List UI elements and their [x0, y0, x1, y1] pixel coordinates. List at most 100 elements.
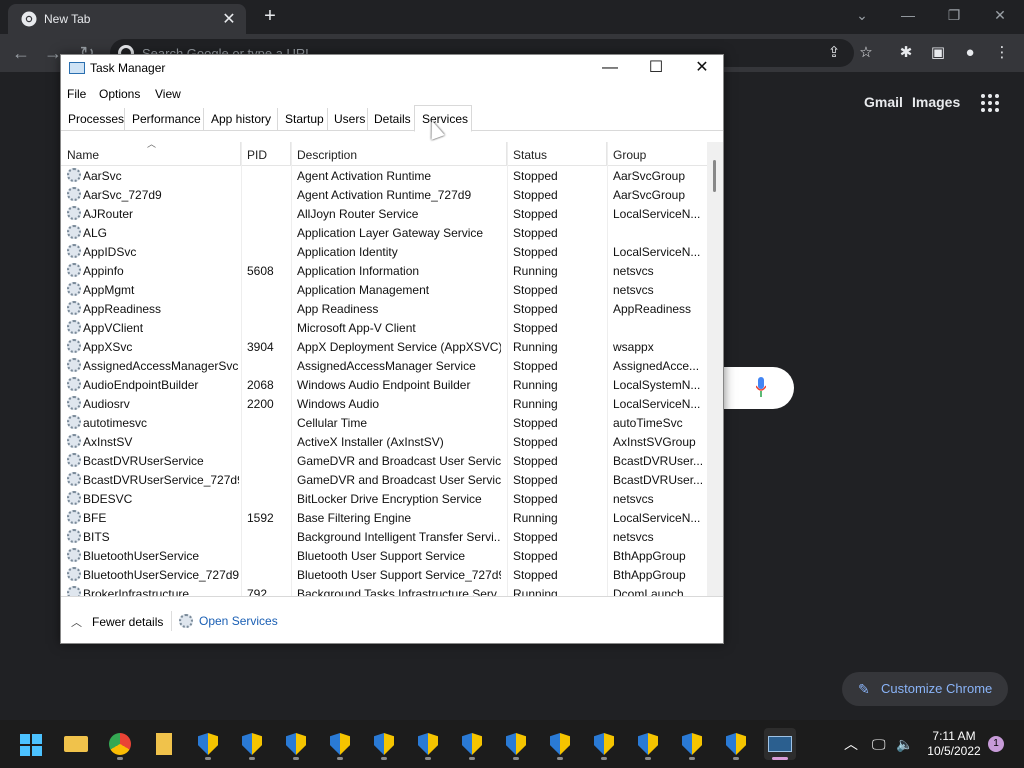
- tm-close-icon[interactable]: ✕: [679, 55, 725, 83]
- service-group: LocalSystemN...: [613, 378, 701, 392]
- menu-view[interactable]: View: [155, 87, 181, 101]
- scrollbar-thumb[interactable]: [713, 160, 716, 192]
- restore-icon[interactable]: ❐: [934, 4, 974, 26]
- tab-startup[interactable]: Startup: [278, 108, 328, 130]
- table-row[interactable]: AppXSvc 3904 AppX Deployment Service (AppX…: [61, 337, 707, 356]
- service-name: BluetoothUserService_727d9: [83, 568, 239, 582]
- table-row[interactable]: BcastDVRUserService GameDVR and Broadcast…: [61, 451, 707, 470]
- table-row[interactable]: Audiosrv 2200 Windows Audio Running LocalSer…: [61, 394, 707, 413]
- taskbar-document-app[interactable]: [148, 728, 180, 760]
- table-row[interactable]: AxInstSV ActiveX Installer (AxInstSV) Stop…: [61, 432, 707, 451]
- table-row[interactable]: AssignedAccessManagerSvc AssignedAccessMa…: [61, 356, 707, 375]
- show-hidden-icons-icon[interactable]: ︿: [844, 720, 858, 768]
- volume-icon[interactable]: 🔈: [896, 720, 913, 768]
- table-row[interactable]: BITS Background Intelligent Transfer Serv…: [61, 527, 707, 546]
- images-link[interactable]: Images: [912, 94, 960, 110]
- vertical-scrollbar[interactable]: [707, 142, 723, 596]
- table-row[interactable]: BrokerInfrastructure 792 Background Tasks …: [61, 584, 707, 596]
- tab-app-history[interactable]: App history: [204, 108, 278, 130]
- table-row[interactable]: AarSvc Agent Activation Runtime Stopped Aar…: [61, 166, 707, 185]
- minimize-icon[interactable]: —: [888, 4, 928, 26]
- notification-badge[interactable]: 1: [988, 736, 1004, 752]
- shield-icon: [550, 733, 570, 755]
- table-row[interactable]: BDESVC BitLocker Drive Encryption Service…: [61, 489, 707, 508]
- running-indicator: [117, 757, 123, 760]
- table-row[interactable]: autotimesvc Cellular Time Stopped autoTimeS…: [61, 413, 707, 432]
- table-row[interactable]: BcastDVRUserService_727d9 GameDVR and Bro…: [61, 470, 707, 489]
- table-row[interactable]: BluetoothUserService Bluetooth User Suppo…: [61, 546, 707, 565]
- fewer-details-button[interactable]: ︿ Fewer details: [71, 614, 163, 630]
- gmail-link[interactable]: Gmail: [864, 94, 903, 110]
- table-row[interactable]: BluetoothUserService_727d9 Bluetooth User…: [61, 565, 707, 584]
- service-status: Stopped: [513, 359, 558, 373]
- tab-close-icon[interactable]: ✕: [220, 9, 238, 29]
- taskbar-shield-app[interactable]: [588, 728, 620, 760]
- table-row[interactable]: AppIDSvc Application Identity Stopped Local…: [61, 242, 707, 261]
- taskbar-shield-app[interactable]: [236, 728, 268, 760]
- taskbar-shield-app[interactable]: [368, 728, 400, 760]
- column-name[interactable]: ︿ Name: [61, 139, 241, 166]
- column-status[interactable]: Status: [507, 142, 607, 166]
- taskbar-shield-app[interactable]: [632, 728, 664, 760]
- menu-options[interactable]: Options: [99, 87, 140, 101]
- tab-processes[interactable]: Processes: [61, 108, 125, 130]
- taskbar-chrome[interactable]: [104, 728, 136, 760]
- tm-minimize-icon[interactable]: —: [587, 55, 633, 83]
- tab-users[interactable]: Users: [328, 108, 368, 130]
- menu-file[interactable]: File: [67, 87, 86, 101]
- clock[interactable]: 7:11 AM 10/5/2022: [922, 729, 986, 759]
- close-window-icon[interactable]: ✕: [980, 4, 1020, 26]
- column-pid[interactable]: PID: [241, 142, 291, 166]
- tab-details[interactable]: Details: [368, 108, 414, 130]
- taskbar-task-manager[interactable]: [764, 728, 796, 760]
- back-icon[interactable]: ←: [10, 42, 32, 64]
- menu-dots-icon[interactable]: ⋮: [992, 43, 1012, 63]
- extensions-icon[interactable]: ✱: [896, 43, 916, 63]
- taskbar-file-explorer[interactable]: [60, 728, 92, 760]
- service-name: AppReadiness: [83, 302, 162, 316]
- service-group: DcomLaunch: [613, 587, 684, 596]
- table-row[interactable]: BFE 1592 Base Filtering Engine Running Local…: [61, 508, 707, 527]
- side-panel-icon[interactable]: ▣: [928, 43, 948, 63]
- taskbar-shield-app[interactable]: [192, 728, 224, 760]
- table-row[interactable]: AppReadiness App Readiness Stopped AppReadi…: [61, 299, 707, 318]
- column-group[interactable]: Group: [607, 142, 707, 166]
- table-row[interactable]: AJRouter AllJoyn Router Service Stopped Loc…: [61, 204, 707, 223]
- tab-performance[interactable]: Performance: [125, 108, 204, 130]
- tab-search-icon[interactable]: ⌄: [842, 4, 882, 26]
- bookmark-star-icon[interactable]: ☆: [856, 43, 876, 63]
- taskbar-shield-app[interactable]: [500, 728, 532, 760]
- taskbar-shield-app[interactable]: [544, 728, 576, 760]
- microphone-icon[interactable]: [756, 377, 766, 397]
- table-row[interactable]: Appinfo 5608 Application Information Runnin…: [61, 261, 707, 280]
- tab-services[interactable]: Services: [414, 105, 472, 132]
- service-gear-icon: [67, 567, 81, 581]
- task-manager-titlebar[interactable]: Task Manager — ☐ ✕: [61, 55, 723, 83]
- taskbar-shield-app[interactable]: [676, 728, 708, 760]
- profile-icon[interactable]: ●: [960, 43, 980, 63]
- taskbar-shield-app[interactable]: [412, 728, 444, 760]
- column-description[interactable]: Description: [291, 142, 507, 166]
- network-icon[interactable]: 🖵: [872, 720, 886, 768]
- service-status: Stopped: [513, 435, 558, 449]
- table-row[interactable]: ALG Application Layer Gateway Service Stop…: [61, 223, 707, 242]
- open-services-link[interactable]: Open Services: [179, 614, 278, 628]
- taskbar-shield-app[interactable]: [720, 728, 752, 760]
- start-button[interactable]: [16, 728, 48, 760]
- chrome-titlebar: New Tab ✕ + ⌄ — ❐ ✕: [0, 0, 1024, 34]
- taskbar-shield-app[interactable]: [456, 728, 488, 760]
- share-icon[interactable]: ⇪: [824, 43, 844, 63]
- taskbar-shield-app[interactable]: [324, 728, 356, 760]
- shield-icon: [418, 733, 438, 755]
- google-apps-icon[interactable]: [981, 94, 999, 112]
- tm-maximize-icon[interactable]: ☐: [633, 55, 679, 83]
- tab-new-tab[interactable]: New Tab ✕: [8, 4, 246, 34]
- table-row[interactable]: AppMgmt Application Management Stopped nets…: [61, 280, 707, 299]
- table-row[interactable]: AudioEndpointBuilder 2068 Windows Audio En…: [61, 375, 707, 394]
- open-services-label: Open Services: [199, 614, 278, 628]
- taskbar-shield-app[interactable]: [280, 728, 312, 760]
- customize-chrome-button[interactable]: ✎ Customize Chrome: [842, 672, 1008, 706]
- table-row[interactable]: AppVClient Microsoft App-V Client Stopped: [61, 318, 707, 337]
- table-row[interactable]: AarSvc_727d9 Agent Activation Runtime_727…: [61, 185, 707, 204]
- new-tab-button[interactable]: +: [258, 5, 282, 28]
